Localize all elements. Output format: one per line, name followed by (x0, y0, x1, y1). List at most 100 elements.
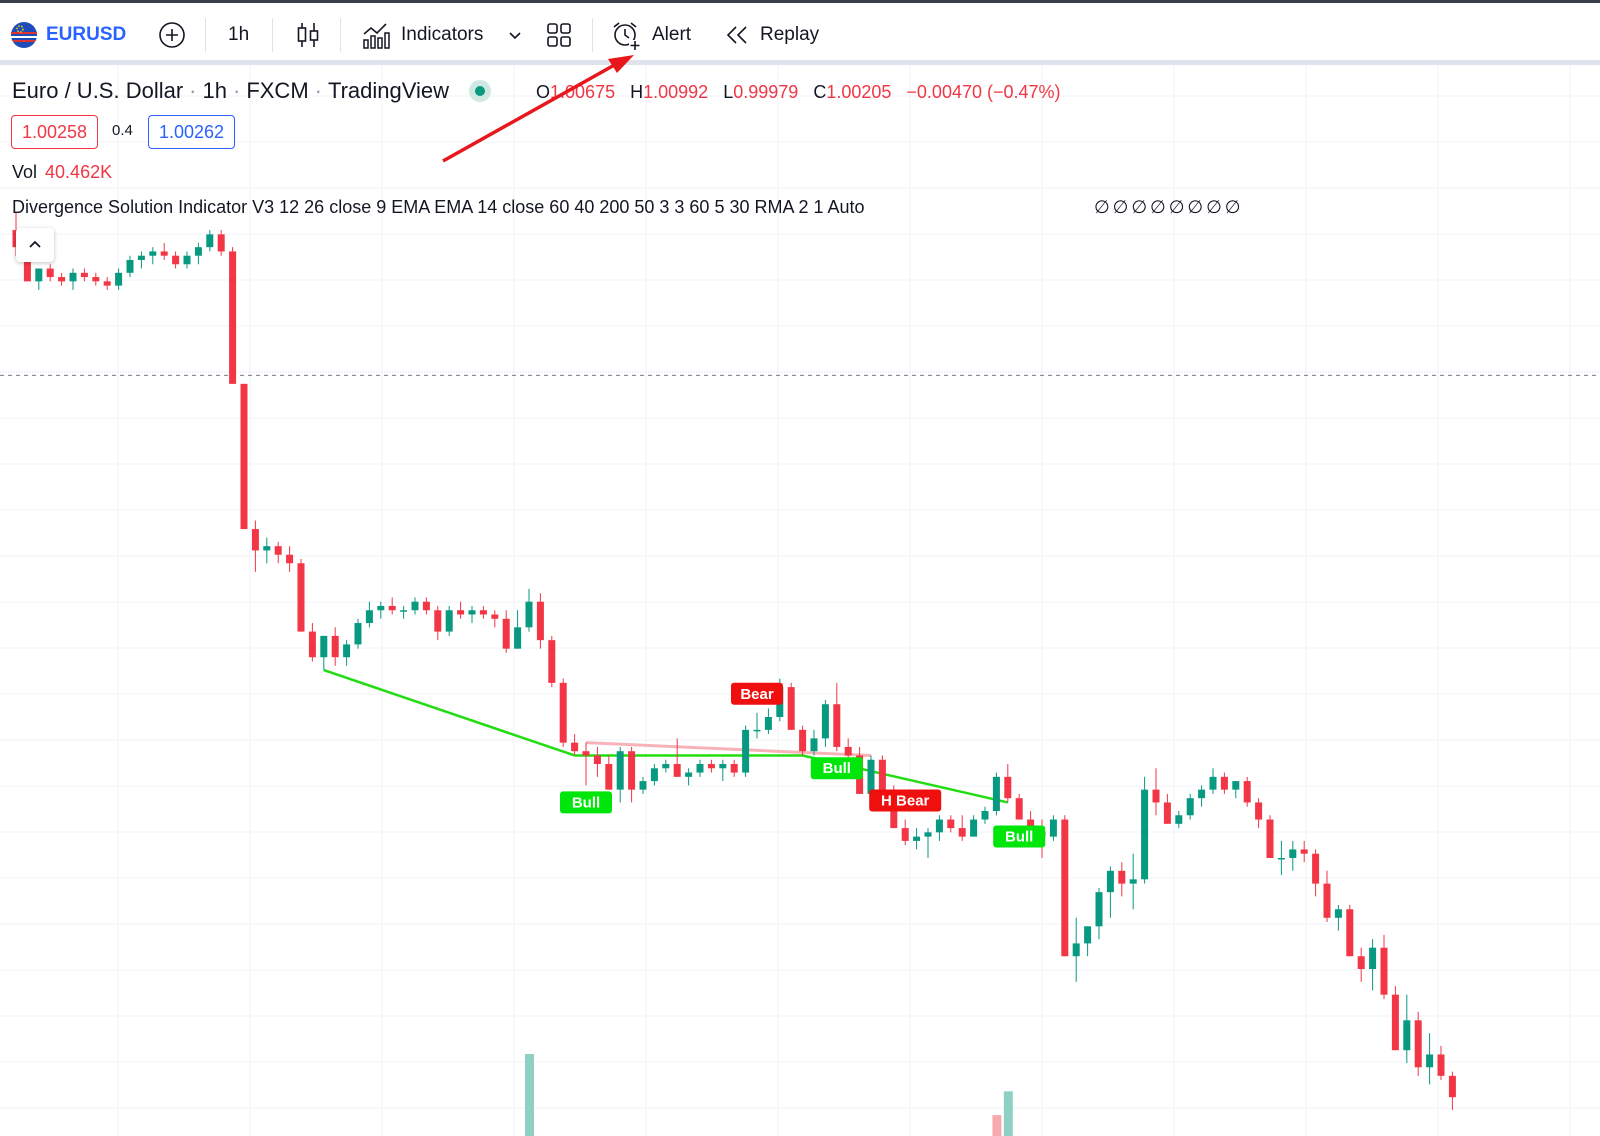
candle-up (411, 601, 419, 611)
indicators-dropdown-button[interactable] (506, 15, 524, 55)
candle-down (582, 751, 590, 756)
candle-up (1175, 815, 1183, 824)
chevron-down-icon (509, 32, 521, 40)
candle-up (354, 623, 362, 645)
candle-down (1380, 947, 1388, 995)
legend-separator: · (189, 78, 197, 103)
candle-down (707, 764, 715, 769)
candle-up (1232, 781, 1240, 790)
compare-symbol-button[interactable] (157, 15, 187, 55)
candle-up (1403, 1020, 1411, 1051)
toolbar-divider (340, 18, 341, 52)
candle-down (901, 828, 909, 841)
candle-down (80, 272, 88, 278)
candlestick-chart[interactable]: Bull Bear Bull H Bear Bull (0, 65, 1600, 1136)
candle-up (343, 644, 351, 658)
candle-up (696, 764, 704, 773)
candle-up (263, 546, 271, 551)
candle-up (194, 247, 202, 256)
bear-signal-label: Bear (731, 682, 783, 705)
legend-interval: 1h (202, 78, 227, 103)
candle-down (844, 746, 852, 756)
candle-up (1186, 798, 1194, 816)
signal-label-text: Bear (740, 686, 774, 703)
interval-label: 1h (228, 24, 250, 45)
candle-up (1095, 892, 1103, 927)
toolbar-divider (205, 18, 206, 52)
candle-down (548, 640, 556, 683)
candle-up (662, 764, 670, 769)
market-open-status-icon[interactable] (469, 80, 492, 102)
candle-down (799, 729, 807, 752)
candle-down (1414, 1020, 1422, 1068)
candle-down (1437, 1054, 1445, 1076)
price-chart-pane[interactable]: Bull Bear Bull H Bear Bull (0, 65, 1600, 1136)
chevron-up-icon (29, 240, 41, 248)
candle-down (1118, 870, 1126, 884)
candle-down (1312, 853, 1320, 884)
candle-down (308, 631, 316, 658)
high-value: 1.00992 (643, 82, 709, 102)
candle-down (1152, 789, 1160, 803)
close-label: C (813, 82, 827, 102)
symbol-legend[interactable]: Euro / U.S. Dollar · 1h · FXCM · Trading… (12, 78, 492, 104)
candle-down (388, 605, 396, 611)
candle-down (92, 277, 100, 282)
volume-bars (525, 1054, 1013, 1136)
interval-button[interactable]: 1h (228, 15, 249, 55)
indicator-legend[interactable]: Divergence Solution Indicator V3 12 26 c… (12, 197, 865, 218)
candle-down (571, 742, 579, 752)
rewind-icon (726, 26, 747, 44)
bid-price: 1.00258 (22, 121, 88, 142)
candle-up (1369, 947, 1377, 970)
high-label: H (630, 82, 644, 102)
candle-down (1015, 798, 1023, 820)
candle-up (1129, 879, 1137, 884)
candle-up (1209, 776, 1217, 790)
legend-separator: · (314, 78, 322, 103)
legend-source: TradingView (327, 78, 450, 103)
candle-up (867, 759, 875, 794)
candle-up (1084, 926, 1092, 944)
candle-up (445, 610, 453, 632)
candle-up (821, 704, 829, 739)
signal-label-text: Bull (823, 760, 851, 777)
indicators-button[interactable]: Indicators (361, 15, 483, 55)
volume-label: Vol (12, 162, 38, 182)
candle-down (172, 255, 180, 265)
candle-down (1255, 802, 1263, 820)
volume-bar (1003, 1091, 1013, 1136)
symbol-search-button[interactable]: EURUSD (10, 15, 126, 55)
candle-up (753, 729, 761, 732)
candle-down (559, 682, 567, 743)
low-value: 0.99979 (733, 82, 799, 102)
candle-down (502, 618, 510, 649)
legend-exchange: FXCM (246, 78, 309, 103)
grid-layout-icon (547, 23, 571, 47)
candle-up (115, 272, 123, 286)
candle-up (935, 819, 943, 833)
candle-up (1106, 870, 1114, 893)
candle-down (331, 635, 339, 658)
layout-templates-button[interactable] (545, 15, 573, 55)
collapse-legend-button[interactable] (16, 228, 54, 262)
sell-price-button[interactable]: 1.00258 (11, 115, 99, 149)
replay-button[interactable]: Replay (724, 15, 819, 55)
candle-up (1334, 909, 1342, 918)
candle-down (1448, 1075, 1456, 1098)
candle-up (514, 627, 522, 649)
candle-up (525, 601, 533, 628)
candle-up (742, 729, 750, 773)
buy-price-button[interactable]: 1.00262 (148, 115, 236, 149)
change-value: −0.00470 (−0.47%) (906, 82, 1061, 102)
volume-legend[interactable]: Vol 40.462K (12, 162, 112, 183)
candle-down (1346, 909, 1354, 957)
alert-button[interactable]: Alert (610, 15, 691, 55)
volume-bar (525, 1054, 534, 1136)
symbol-label: EURUSD (46, 24, 127, 45)
candle-down (229, 251, 237, 384)
chart-type-button[interactable] (294, 15, 322, 55)
candle-up (206, 234, 214, 248)
candles (12, 213, 1456, 1110)
candle-up (992, 776, 1000, 811)
